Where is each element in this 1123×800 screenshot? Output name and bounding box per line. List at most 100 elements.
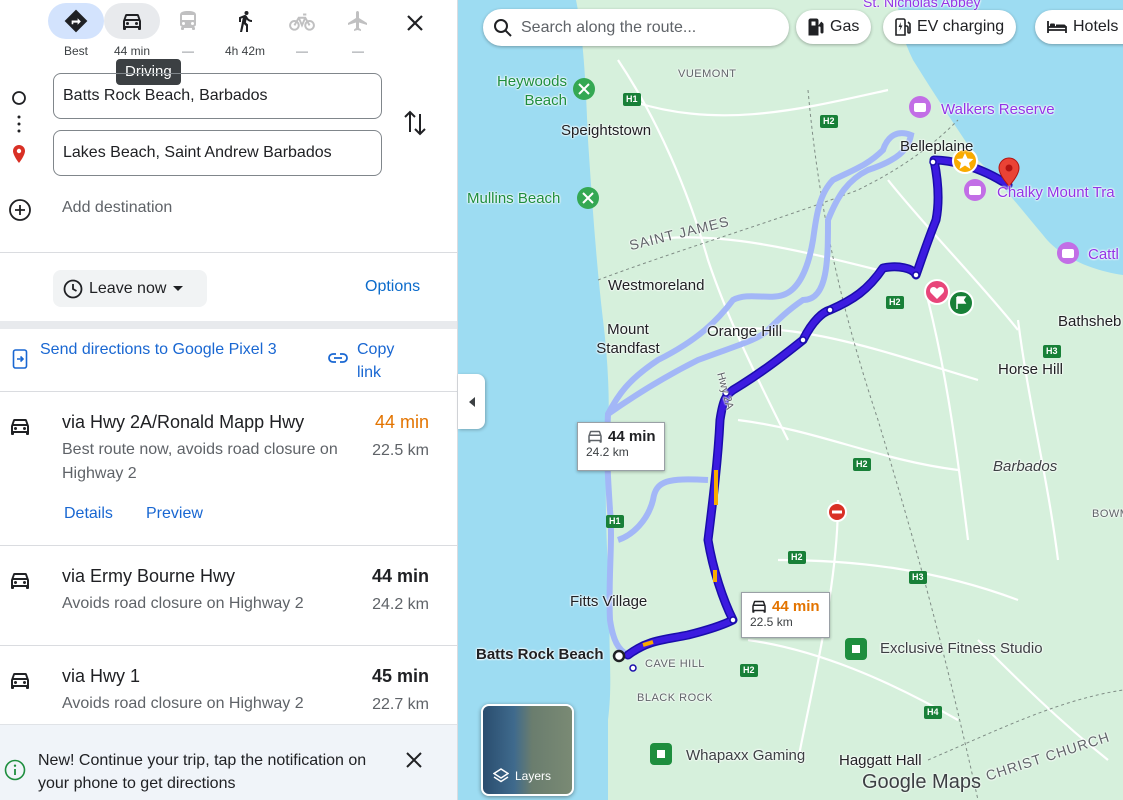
hotels-chip[interactable]: Hotels: [1035, 10, 1123, 44]
map-label-batts-rock: Batts Rock Beach: [476, 646, 604, 663]
search-placeholder: Search along the route...: [521, 18, 697, 36]
origin-input[interactable]: Batts Rock Beach, Barbados: [53, 73, 382, 119]
link-icon: [328, 353, 348, 363]
mode-walking-label: 4h 42m: [224, 44, 266, 58]
destination-input[interactable]: Lakes Beach, Saint Andrew Barbados: [53, 130, 382, 176]
route-option-1[interactable]: via Hwy 2A/Ronald Mapp Hwy 44 min Best r…: [0, 392, 457, 545]
swap-waypoints-button[interactable]: [402, 108, 428, 143]
notification-text: New! Continue your trip, tap the notific…: [38, 752, 367, 792]
divider: [0, 252, 457, 253]
mode-best[interactable]: Best: [48, 3, 104, 58]
route-name: via Hwy 1: [62, 666, 141, 686]
highway-shield: H1: [606, 515, 624, 528]
leave-now-label: Leave now: [89, 279, 167, 297]
directions-panel: Best 44 min — 4h 42m — — Driving Batts R…: [0, 0, 458, 800]
ev-charging-icon: [895, 18, 911, 36]
map-label-fitts-village: Fitts Village: [570, 593, 648, 610]
highway-shield: H2: [886, 296, 904, 309]
mode-driving-label: 44 min: [113, 44, 151, 58]
add-circle-icon[interactable]: [8, 198, 32, 222]
gas-station-icon: [808, 18, 824, 36]
map-label-black-rock: BLACK ROCK: [637, 692, 713, 704]
highway-shield: H3: [1043, 345, 1061, 358]
gas-label: Gas: [830, 18, 860, 35]
route-name: via Hwy 2A/Ronald Mapp Hwy: [62, 412, 305, 432]
highway-shield: H2: [820, 115, 838, 128]
route-description: Best route now, avoids road closure on H…: [62, 441, 338, 482]
map-label-bathsheba: Bathsheb: [1058, 313, 1122, 330]
map-label-exclusive-fitness: Exclusive Fitness Studio: [880, 640, 1043, 657]
leave-now-dropdown[interactable]: Leave now: [53, 270, 207, 307]
car-icon: [11, 573, 29, 589]
mode-cycling[interactable]: —: [274, 3, 330, 58]
mode-flights-label: —: [352, 44, 364, 58]
section-divider: [0, 321, 457, 329]
mode-flights[interactable]: —: [330, 3, 386, 58]
map-label-vuemont: VUEMONT: [678, 68, 737, 80]
alt-route-callout[interactable]: 44 min 24.2 km: [577, 422, 665, 471]
route-option-3[interactable]: via Hwy 1 45 min Avoids road closure on …: [0, 646, 457, 724]
map-label-heywoods: Heywoods Beach: [496, 73, 567, 109]
mode-best-label: Best: [63, 44, 88, 58]
map-label-barbados: Barbados: [993, 458, 1058, 475]
route-time: 45 min: [371, 666, 429, 686]
callout-distance: 22.5 km: [750, 615, 793, 629]
mode-walking[interactable]: 4h 42m: [217, 3, 273, 58]
ev-charging-chip[interactable]: EV charging: [883, 10, 1017, 44]
callout-distance: 24.2 km: [586, 445, 629, 459]
map-label-cave-hill: CAVE HILL: [645, 658, 705, 670]
send-directions-link[interactable]: Send directions to Google Pixel 3: [40, 338, 310, 361]
options-button[interactable]: Options: [365, 278, 420, 296]
map-label-horse-hill: Horse Hill: [998, 361, 1064, 378]
highway-shield: H2: [788, 551, 806, 564]
route-distance: 22.5 km: [372, 442, 429, 459]
route-option-2[interactable]: via Ermy Bourne Hwy 44 min Avoids road c…: [0, 546, 457, 645]
route-time: 44 min: [374, 412, 429, 432]
route-search-input[interactable]: Search along the route...: [483, 9, 789, 46]
collapse-panel-button[interactable]: [458, 374, 485, 429]
callout-time: 44 min: [608, 427, 656, 445]
dismiss-notification-button[interactable]: [402, 748, 426, 777]
car-icon: [123, 14, 141, 30]
map-label-walkers: Walkers Reserve: [941, 101, 1055, 118]
bicycle-icon: [289, 13, 315, 31]
swap-icon: [404, 110, 426, 136]
map-label-whapaxx: Whapaxx Gaming: [686, 747, 806, 764]
highway-shield: H4: [924, 706, 942, 719]
notification-banner: New! Continue your trip, tap the notific…: [0, 724, 457, 800]
search-icon: [494, 18, 512, 37]
bus-icon: [180, 11, 196, 30]
add-destination-button[interactable]: Add destination: [62, 199, 172, 217]
route-description: Avoids road closure on Highway 2: [62, 595, 304, 612]
info-icon: [4, 759, 26, 781]
close-directions-button[interactable]: [400, 8, 430, 38]
hotels-label: Hotels: [1073, 18, 1119, 35]
layers-button[interactable]: Layers: [481, 704, 574, 796]
map-view[interactable]: VUEMONT Heywoods Beach Speightstown Mull…: [458, 0, 1123, 800]
clock-icon: [63, 279, 83, 298]
details-button[interactable]: Details: [64, 505, 113, 523]
walking-icon: [239, 11, 252, 32]
layers-icon: [493, 768, 509, 783]
best-route-callout[interactable]: 44 min 22.5 km: [741, 592, 830, 638]
gas-chip[interactable]: Gas: [796, 10, 872, 44]
map-label-belleplaine: Belleplaine: [900, 138, 974, 155]
highway-shield: H3: [909, 571, 927, 584]
preview-button[interactable]: Preview: [146, 505, 203, 523]
highway-shield: H2: [740, 664, 758, 677]
origin-circle-icon: [12, 91, 26, 105]
mode-transit[interactable]: —: [160, 3, 216, 58]
close-icon: [406, 752, 422, 768]
chevron-left-icon: [468, 396, 475, 407]
map-label-orange-hill: Orange Hill: [707, 323, 783, 340]
car-icon: [11, 673, 29, 689]
route-name: via Ermy Bourne Hwy: [62, 566, 236, 586]
diamond-directions-icon: [64, 9, 88, 33]
mode-driving[interactable]: 44 min: [104, 3, 160, 58]
map-label-westmoreland: Westmoreland: [608, 277, 705, 294]
airplane-icon: [348, 11, 367, 31]
route-distance: 24.2 km: [372, 596, 429, 613]
copy-link-button[interactable]: Copy link: [357, 338, 417, 384]
mode-cycling-label: —: [296, 44, 308, 58]
destination-pin-icon: [13, 145, 25, 163]
